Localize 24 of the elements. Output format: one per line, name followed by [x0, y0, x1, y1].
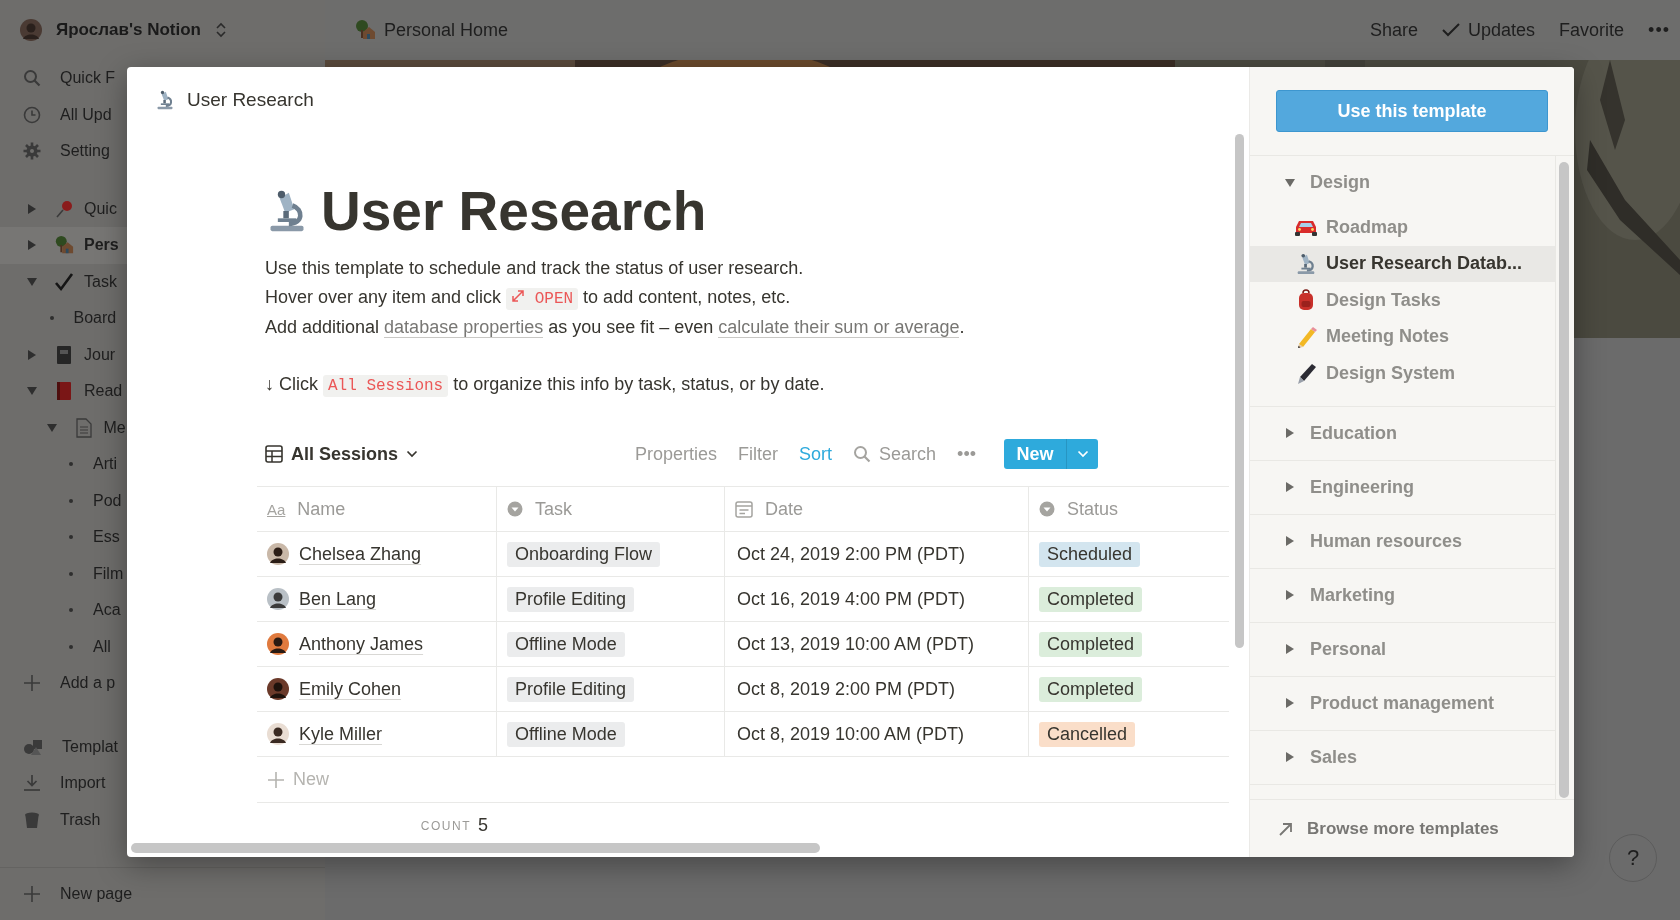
table-cell: Oct 13, 2019 10:00 AM (PDT) — [725, 622, 1029, 666]
description-text: Use this template to schedule and track the status of user research. — [265, 257, 805, 280]
status-tag: Cancelled — [1039, 721, 1136, 747]
status-tag: Scheduled — [1039, 541, 1141, 567]
task-tag: Profile Editing — [507, 586, 635, 612]
status-tag: Completed — [1039, 676, 1143, 702]
description-text: Hover over any item and click OPEN to add content, notes, etc. — [265, 285, 792, 312]
description-text: Add additional database properties as you see fit – even calculate their sum or average. — [265, 316, 966, 340]
description-text: ↓ Click All Sessions to organize this info by task, status, or by date. — [265, 372, 826, 399]
preview-title: User Research — [187, 89, 314, 111]
task-tag: Offline Mode — [507, 721, 625, 747]
count-label: COUNT — [420, 818, 471, 833]
table-cell: Oct 8, 2019 10:00 AM (PDT) — [725, 712, 1029, 756]
task-tag: Offline Mode — [507, 631, 625, 657]
table-cell: Oct 24, 2019 2:00 PM (PDT) — [725, 532, 1029, 576]
task-tag: Profile Editing — [507, 676, 635, 702]
text-type-icon: Aa — [267, 500, 286, 518]
task-tag: Onboarding Flow — [507, 541, 661, 567]
status-tag: Completed — [1039, 586, 1143, 612]
table-cell: Oct 16, 2019 4:00 PM (PDT) — [725, 577, 1029, 621]
page-title: User Research — [321, 179, 707, 244]
status-tag: Completed — [1039, 631, 1143, 657]
count-value: 5 — [478, 815, 488, 836]
table-cell: Oct 8, 2019 2:00 PM (PDT) — [725, 667, 1029, 711]
